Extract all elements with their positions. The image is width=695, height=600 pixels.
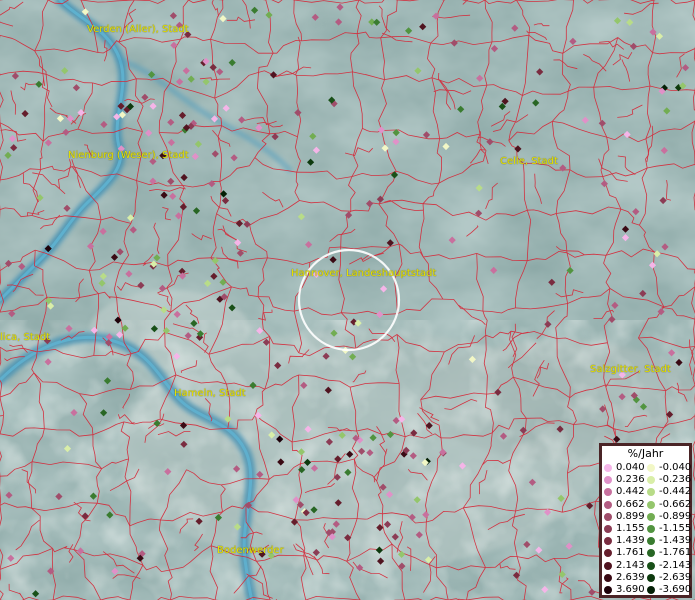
place-label-verden: Verden (Aller), Stadt <box>87 24 189 35</box>
legend-value: 2.143 <box>616 559 645 571</box>
place-label-celle: Celle, Stadt <box>500 156 558 167</box>
legend-value: 1.761 <box>616 547 645 559</box>
legend-value: 0.442 <box>616 486 645 498</box>
legend-value: -3.690 <box>659 584 692 595</box>
legend-swatch <box>647 537 655 546</box>
place-label-nienburg: Nienburg (Weser), Stadt <box>68 150 189 161</box>
legend-value: -0.442 <box>659 486 692 498</box>
legend-value: 0.662 <box>616 498 645 510</box>
legend-value: 2.639 <box>616 571 645 583</box>
legend-value: 1.155 <box>616 523 645 534</box>
legend-swatch <box>604 464 612 472</box>
legend-swatch <box>604 537 612 546</box>
legend-swatch <box>604 561 612 570</box>
legend-swatch <box>647 500 655 509</box>
place-label-minden: lica, Stadt <box>0 332 51 343</box>
legend-value: -1.439 <box>659 535 692 547</box>
place-label-hannover: Hannover, Landeshauptstadt <box>291 268 437 279</box>
legend-swatch <box>604 549 612 558</box>
legend-swatch <box>604 573 612 582</box>
legend-title: %/Jahr <box>627 447 664 460</box>
legend-swatch <box>647 561 655 570</box>
place-label-bodenwerder: Bodenwerder <box>217 545 284 556</box>
legend-value: 1.439 <box>616 535 645 547</box>
hill-texture <box>0 320 695 600</box>
legend-swatch <box>647 586 655 594</box>
legend-value: 3.690 <box>616 584 645 595</box>
legend-swatch <box>604 500 612 509</box>
legend-swatch <box>647 573 655 582</box>
legend-swatch <box>604 586 612 594</box>
map-canvas[interactable] <box>0 0 695 600</box>
legend-value: -0.899 <box>659 510 692 522</box>
legend-swatch <box>647 549 655 558</box>
place-label-salzgitter: Salzgitter, Stadt <box>590 364 671 375</box>
legend-swatch <box>604 488 612 497</box>
legend-panel: %/Jahr 0.040 -0.040 0.236 -0.236 0.442 -0.442… <box>599 443 692 598</box>
legend-swatch <box>604 512 612 521</box>
legend-value: -0.040 <box>659 462 692 473</box>
legend-swatch <box>604 476 612 485</box>
place-label-hameln: Hameln, Stadt <box>174 388 246 399</box>
legend-swatch <box>604 525 612 533</box>
legend-swatch <box>647 525 655 533</box>
legend-value: -1.155 <box>659 523 692 534</box>
legend-value: -2.639 <box>659 571 692 583</box>
legend-swatch <box>647 476 655 485</box>
legend-value: -0.662 <box>659 498 692 510</box>
legend-value: -0.236 <box>659 474 692 486</box>
legend-value: -1.761 <box>659 547 692 559</box>
legend-value: 0.236 <box>616 474 645 486</box>
legend-value: -2.143 <box>659 559 692 571</box>
legend-value: 0.040 <box>616 462 645 473</box>
legend-swatch <box>647 488 655 497</box>
legend-swatch <box>647 512 655 521</box>
legend-swatch <box>647 464 655 472</box>
legend-value: 0.899 <box>616 510 645 522</box>
